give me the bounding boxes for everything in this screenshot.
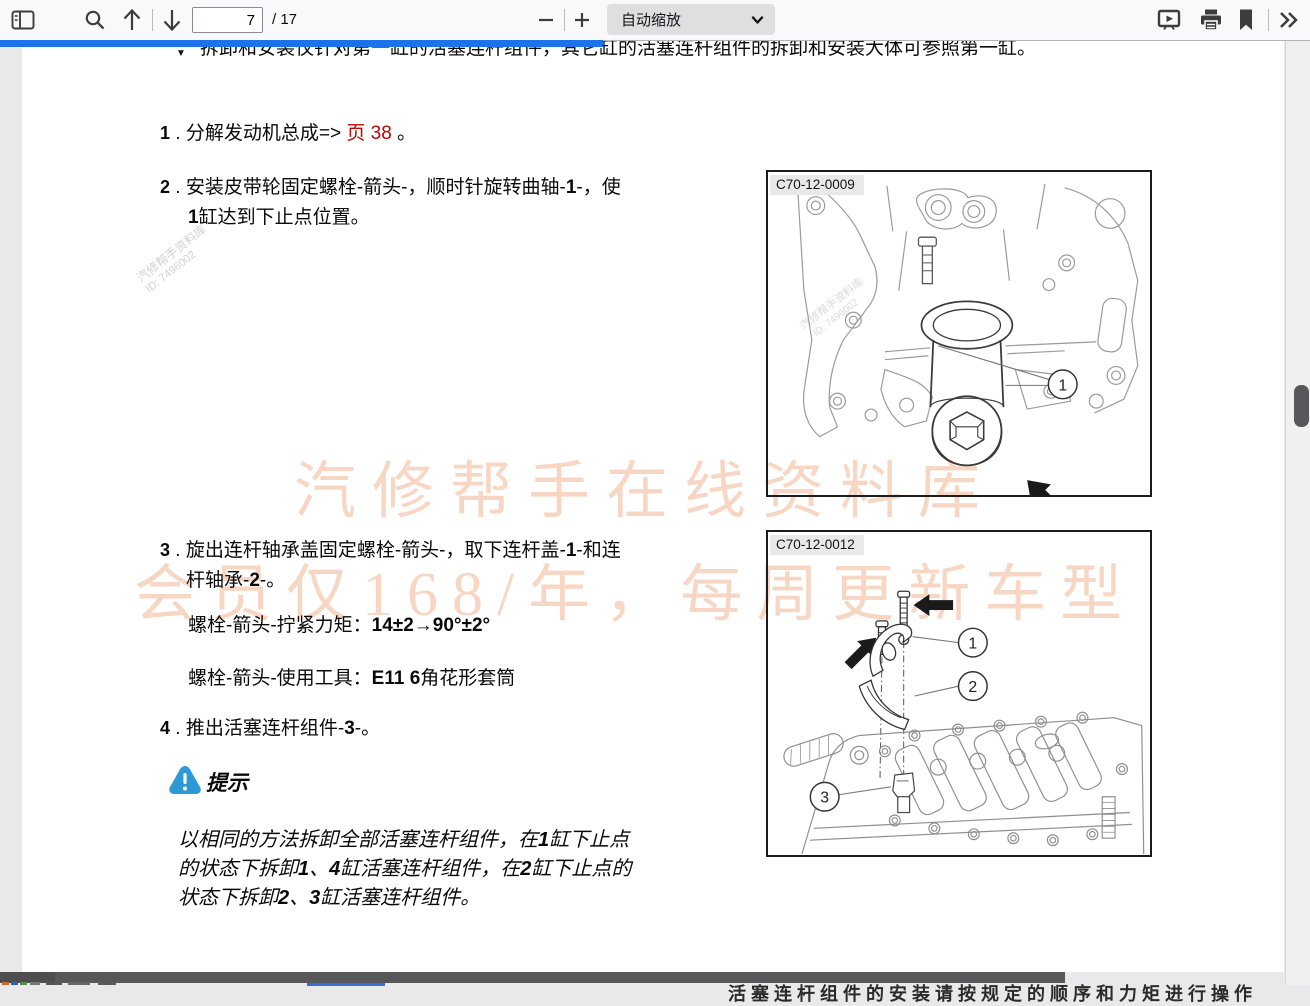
tool-spec: 螺栓-箭头-使用工具：E11 6角花形套筒 (188, 663, 515, 690)
bearing-shell-art (859, 680, 908, 729)
direction-arrow-icon (1017, 470, 1070, 495)
scrollbar-thumb[interactable] (1294, 385, 1309, 427)
find-button[interactable] (80, 0, 110, 40)
list-bullet-icon: ▼ (176, 48, 186, 59)
callout-2: 2 (959, 672, 988, 701)
chevron-double-right-icon (1277, 8, 1301, 32)
clipped-text-fragments: 活塞连杆组件的安装请按规定的顺序和力矩进行操作 (728, 980, 1257, 1006)
page-number-input[interactable] (192, 7, 263, 33)
toolbar-separator (564, 9, 565, 31)
arrow-up-icon (120, 7, 144, 33)
engine-front-diagram: 汽修帮手资料库 ID: 7496002 (768, 172, 1150, 495)
figure-c70-12-0012: 1 2 3 C70-12-0012 (766, 530, 1152, 857)
presentation-mode-button[interactable] (1152, 0, 1186, 40)
toolbar-separator (1268, 9, 1269, 31)
scrollbar-track[interactable] (1285, 40, 1310, 985)
print-button[interactable] (1194, 0, 1228, 40)
step-4: 4 . 推出活塞连杆组件-3-。 (160, 713, 380, 740)
figure-c70-12-0009: 汽修帮手资料库 ID: 7496002 (766, 170, 1152, 497)
step-number: 2 (160, 177, 170, 197)
callout-3: 3 (810, 782, 839, 811)
presentation-icon (1157, 8, 1181, 32)
pdf-toolbar: / 17 自动缩放 (0, 0, 1310, 41)
note-title: 提示 (206, 767, 248, 797)
zoom-in-button[interactable] (570, 0, 594, 40)
torque-spec: 螺栓-箭头-拧紧力矩：14±2→90°±2° (188, 610, 490, 637)
step-1: 1 . 分解发动机总成=> 页 38 。 (160, 118, 416, 145)
minus-icon (538, 12, 554, 28)
step-number: 3 (160, 540, 170, 560)
zoom-select-value: 自动缩放 (607, 9, 681, 30)
conrod-art (893, 773, 915, 813)
crank-pulley-bolt-tool (921, 301, 1012, 465)
loading-progress-bar (0, 40, 603, 47)
chevron-down-icon (751, 14, 764, 26)
callout-1: 1 (959, 628, 988, 657)
engine-block-art (781, 712, 1143, 854)
toggle-sidebar-button[interactable] (8, 0, 38, 40)
stud-bolt (919, 237, 937, 283)
previous-page-button[interactable] (116, 0, 148, 40)
svg-text:1: 1 (1058, 377, 1067, 394)
page-count-label: / 17 (272, 11, 297, 28)
step-2-line1: 2 . 安装皮带轮固定螺栓-箭头-，顺时针旋转曲轴-1-，使 (160, 172, 621, 199)
svg-text:2: 2 (968, 679, 977, 696)
more-tools-button[interactable] (1274, 0, 1304, 40)
arrow-down-icon (160, 7, 184, 33)
step-text[interactable]: . 分解发动机总成=> 页 38 。 (170, 123, 416, 144)
step-number: 4 (160, 718, 170, 738)
step-3-line2: 杆轴承-2-。 (186, 565, 285, 592)
step-2-line2: 1缸达到下止点位置。 (188, 202, 370, 229)
toolbar-separator (152, 9, 153, 31)
warning-triangle-icon (168, 764, 202, 799)
direction-arrow-icon (840, 594, 953, 673)
search-icon (84, 9, 106, 31)
printer-icon (1199, 8, 1223, 32)
figure-label: C70-12-0012 (770, 535, 864, 555)
svg-text:1: 1 (968, 636, 977, 653)
callout-1: 1 (1048, 370, 1077, 399)
zoom-select[interactable]: 自动缩放 (607, 4, 775, 35)
bookmark-icon (1237, 8, 1255, 32)
step-number: 1 (160, 123, 170, 143)
pdf-page: 汽修帮手在线资料库 会员仅168/年，每周更新车型 汽修帮手资料库 ID: 74… (22, 40, 1284, 972)
plus-icon (574, 12, 590, 28)
zoom-out-button[interactable] (534, 0, 558, 40)
note-line1: 以相同的方法拆卸全部活塞连杆组件，在1缸下止点 (178, 823, 629, 852)
sidebar-toggle-icon (11, 10, 35, 30)
svg-text:3: 3 (820, 790, 829, 807)
current-view-button[interactable] (1232, 0, 1260, 40)
bearing-cap-art (870, 624, 912, 676)
step-3-line1: 3 . 旋出连杆轴承盖固定螺栓-箭头-，取下连杆盖-1-和连 (160, 535, 621, 562)
figure-label: C70-12-0009 (770, 175, 864, 195)
note-line2: 的状态下拆卸1、4缸活塞连杆组件，在2缸下止点的 (178, 852, 631, 881)
note-line3: 状态下拆卸2、3缸活塞连杆组件。 (178, 881, 480, 910)
conrod-bearing-diagram: 1 2 3 (768, 532, 1150, 855)
next-page-button[interactable] (156, 0, 188, 40)
